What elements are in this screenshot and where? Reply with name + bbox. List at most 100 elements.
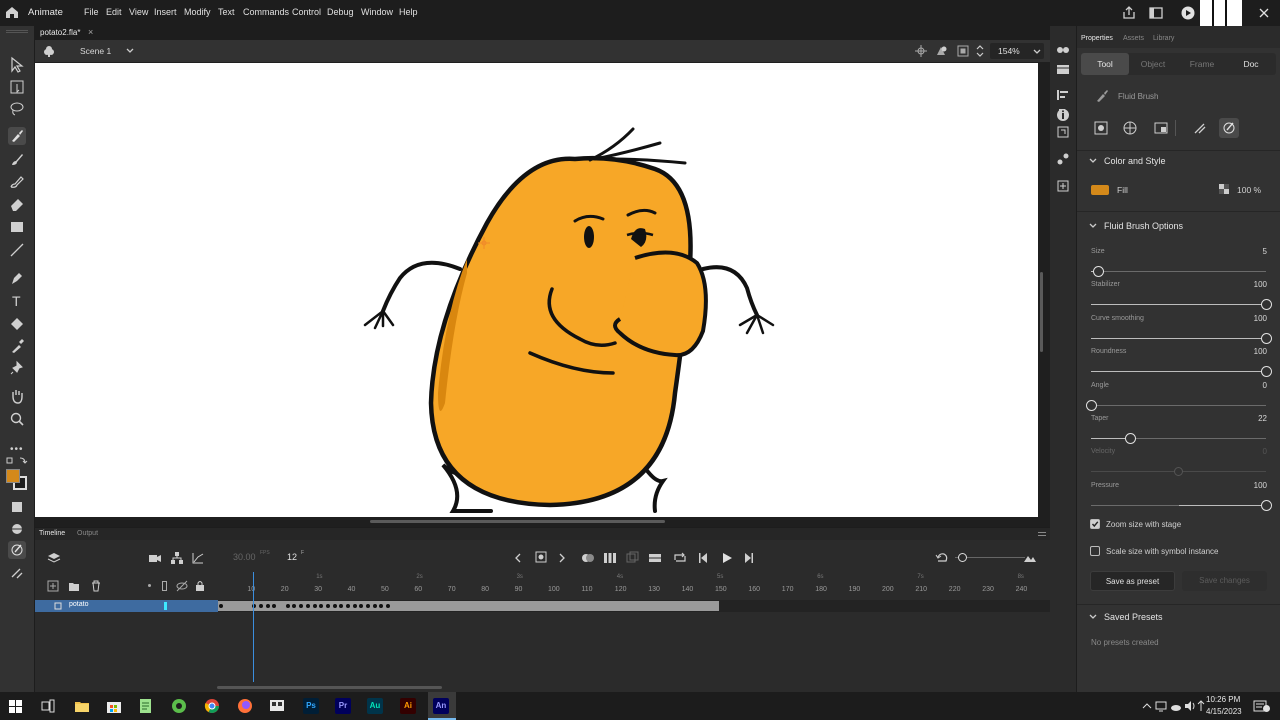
- draw-behind-button[interactable]: [1091, 118, 1111, 138]
- graph-icon[interactable]: [191, 551, 205, 565]
- more-tools-icon[interactable]: •••: [10, 444, 24, 455]
- slider-value-angle[interactable]: 0: [1263, 381, 1267, 390]
- slider-knob[interactable]: [1124, 433, 1136, 444]
- pressure-icon[interactable]: [8, 564, 26, 582]
- play-icon[interactable]: [720, 551, 734, 565]
- keyframe-dot[interactable]: [285, 604, 290, 608]
- zoom-field[interactable]: 154%: [990, 43, 1044, 59]
- slider-velocity[interactable]: [1091, 467, 1266, 477]
- network-icon[interactable]: [1155, 700, 1167, 712]
- chevron-down-icon[interactable]: [1033, 49, 1041, 55]
- firefox-icon[interactable]: [237, 698, 253, 714]
- onedrive-icon[interactable]: [1170, 700, 1182, 712]
- keyframe-dot[interactable]: [345, 604, 350, 608]
- menu-modify[interactable]: Modify: [184, 7, 211, 17]
- slider-curve-smoothing[interactable]: [1091, 332, 1272, 344]
- tab-properties[interactable]: Properties: [1081, 35, 1113, 42]
- tab-library[interactable]: Library: [1153, 35, 1174, 42]
- fill-color-swatch[interactable]: [6, 469, 20, 483]
- onion-skin-icon[interactable]: [581, 551, 595, 565]
- illustrator-icon[interactable]: Ai: [400, 698, 416, 714]
- library-icon[interactable]: [1056, 63, 1070, 75]
- slider-value-pressure[interactable]: 100: [1254, 481, 1267, 490]
- frame-view-icon[interactable]: [648, 551, 662, 565]
- chevron-down-icon[interactable]: [1089, 158, 1097, 164]
- reset-zoom-icon[interactable]: [935, 551, 949, 565]
- tab-timeline[interactable]: Timeline: [39, 530, 65, 537]
- brush-mode-button[interactable]: [1120, 118, 1140, 138]
- tab-doc[interactable]: Doc: [1227, 59, 1275, 69]
- slider-knob[interactable]: [1261, 332, 1272, 344]
- slider-value-velocity[interactable]: 0: [1263, 447, 1267, 456]
- selection-tool-icon[interactable]: [8, 56, 26, 74]
- center-stage-icon[interactable]: [915, 45, 927, 57]
- zoom-tool-icon[interactable]: [8, 410, 26, 428]
- clock-time[interactable]: 10:26 PM: [1206, 695, 1240, 704]
- loop-icon[interactable]: [673, 551, 687, 565]
- menu-window[interactable]: Window: [361, 7, 393, 17]
- lock-icon[interactable]: [194, 580, 206, 592]
- media-app-icon[interactable]: [269, 698, 285, 714]
- keyframe-dot[interactable]: [219, 604, 223, 608]
- fps-value[interactable]: 30.00: [233, 552, 256, 562]
- scene-icon[interactable]: [43, 45, 55, 57]
- file-explorer-icon[interactable]: [74, 698, 90, 714]
- task-view-icon[interactable]: [41, 699, 55, 713]
- tray-chevron-icon[interactable]: [1142, 701, 1152, 711]
- tab-frame[interactable]: Frame: [1178, 59, 1226, 69]
- eyedropper-tool-icon[interactable]: [8, 337, 26, 355]
- chevron-down-icon[interactable]: [126, 48, 134, 54]
- brush-lock-button[interactable]: [1151, 118, 1171, 138]
- hand-tool-icon[interactable]: [8, 387, 26, 405]
- stage[interactable]: [35, 63, 1038, 517]
- components-icon[interactable]: [1056, 179, 1070, 193]
- slider-value-size[interactable]: 5: [1263, 247, 1267, 256]
- slider-value-taper[interactable]: 22: [1258, 414, 1267, 423]
- menu-insert[interactable]: Insert: [154, 7, 177, 17]
- keyframe-dot[interactable]: [365, 604, 370, 608]
- clock-date[interactable]: 4/15/2023: [1206, 707, 1242, 716]
- frame-track[interactable]: [218, 600, 1050, 612]
- slider-knob[interactable]: [1261, 499, 1272, 511]
- timeline-zoom-slider[interactable]: [955, 553, 1025, 562]
- stage-horizontal-scrollbar[interactable]: [370, 520, 665, 523]
- step-forward-icon[interactable]: [741, 551, 755, 565]
- swap-colors-icon[interactable]: [6, 456, 28, 466]
- vector-brush-button[interactable]: [1219, 118, 1239, 138]
- edit-symbols-icon[interactable]: [935, 45, 947, 57]
- keyframe-dot[interactable]: [386, 604, 390, 608]
- store-icon[interactable]: [106, 698, 122, 714]
- scene-name[interactable]: Scene 1: [80, 46, 111, 56]
- slider-value-roundness[interactable]: 100: [1254, 347, 1267, 356]
- close-window-icon[interactable]: [1256, 5, 1272, 21]
- photoshop-icon[interactable]: Ps: [303, 698, 319, 714]
- slider-roundness[interactable]: [1091, 366, 1272, 378]
- new-folder-icon[interactable]: [68, 580, 80, 592]
- save-changes-button[interactable]: Save changes: [1182, 571, 1267, 591]
- slider-stabilizer[interactable]: [1091, 299, 1272, 311]
- home-icon[interactable]: [5, 6, 19, 19]
- next-keyframe-icon[interactable]: [557, 552, 567, 564]
- highlight-dot-icon[interactable]: [148, 584, 151, 587]
- previous-keyframe-icon[interactable]: [513, 552, 523, 564]
- chrome-icon[interactable]: [204, 698, 220, 714]
- potato-character[interactable]: [35, 63, 1038, 517]
- lasso-tool-icon[interactable]: [8, 100, 26, 118]
- tab-tool[interactable]: Tool: [1081, 59, 1129, 69]
- slider-value-curve-smoothing[interactable]: 100: [1254, 314, 1267, 323]
- slider-size[interactable]: [1091, 266, 1266, 277]
- save-as-preset-button[interactable]: Save as preset: [1090, 571, 1175, 591]
- chevron-down-icon[interactable]: [1089, 614, 1097, 620]
- motion-presets-icon[interactable]: [1056, 152, 1070, 166]
- classic-brush-tool-icon[interactable]: [8, 173, 26, 191]
- pressure-button[interactable]: [1190, 118, 1210, 138]
- menu-text[interactable]: Text: [218, 7, 235, 17]
- paint-bucket-tool-icon[interactable]: [8, 315, 26, 333]
- menu-view[interactable]: View: [129, 7, 148, 17]
- fill-swatch[interactable]: [1091, 185, 1109, 195]
- keyframe-dot[interactable]: [305, 604, 310, 608]
- movie-explorer-icon[interactable]: [1056, 44, 1070, 56]
- snap-icon[interactable]: [8, 520, 26, 538]
- center-frame-icon[interactable]: [625, 551, 639, 565]
- scale-size-checkbox[interactable]: [1090, 546, 1100, 556]
